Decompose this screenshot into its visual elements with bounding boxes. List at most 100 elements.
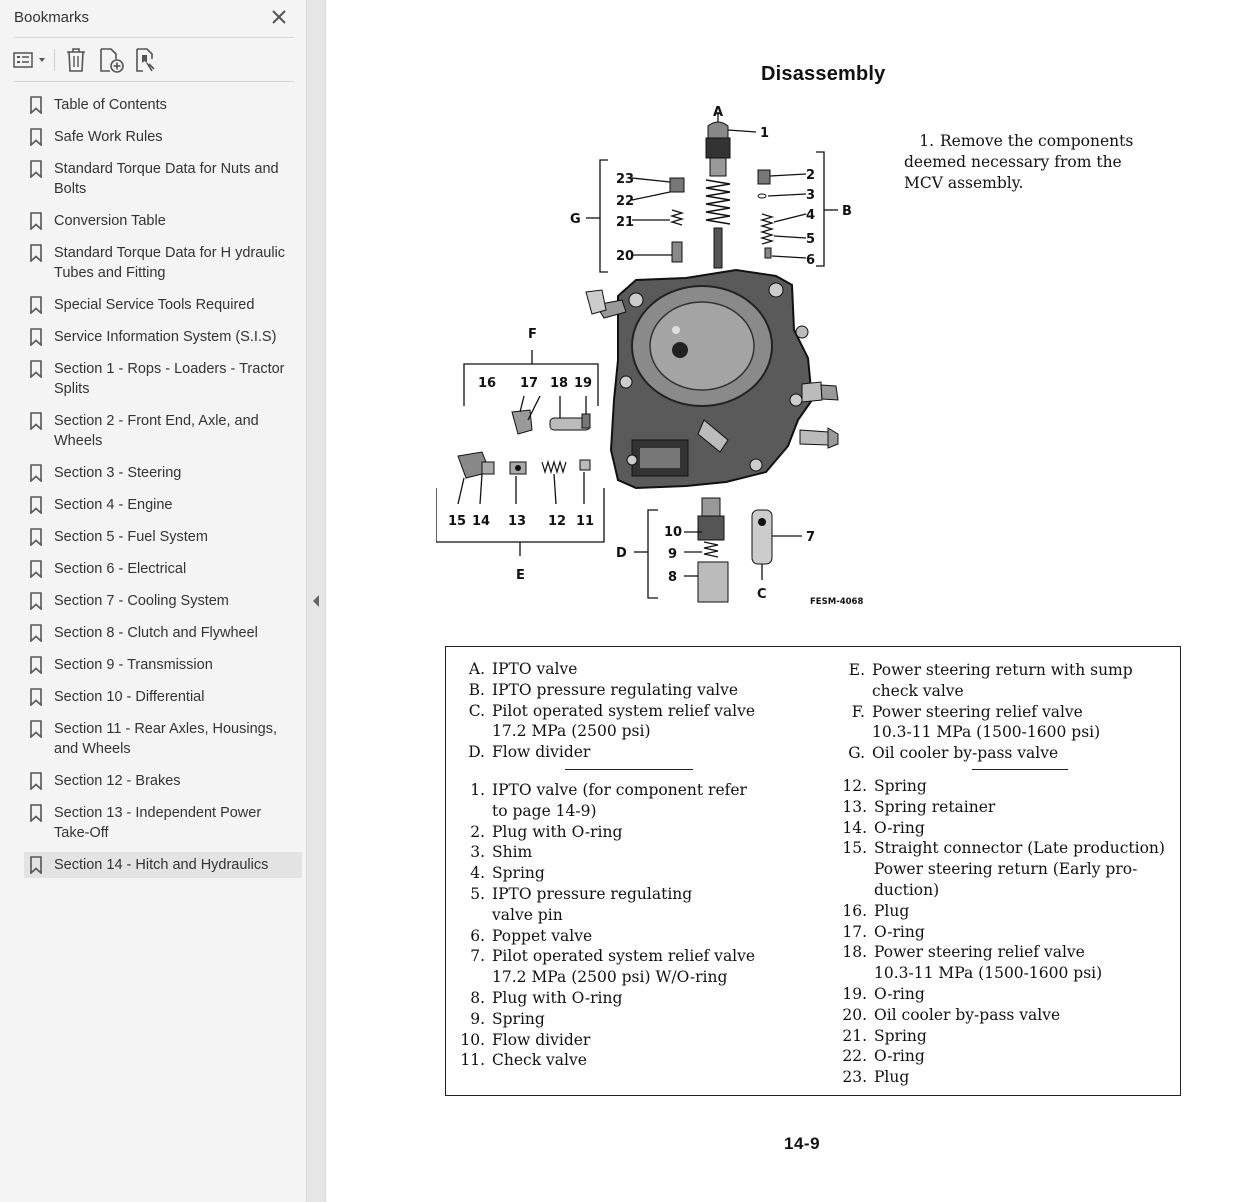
legend-key: 14. [842,818,867,837]
svg-text:14: 14 [472,514,490,529]
page-number: 14-9 [784,1134,821,1153]
group-f-parts [511,409,591,435]
legend-entry: 12. Spring [842,776,1165,797]
legend-text: Spring [874,1026,927,1045]
svg-text:1: 1 [760,126,769,141]
legend-table: A. IPTO valve B. IPTO pressure regulating v… [445,646,1181,1096]
label-f: F [528,327,537,342]
bookmark-label: Standard Torque Data for H ydraulic Tube… [54,245,286,281]
bookmark-label: Section 8 - Clutch and Flywheel [54,625,258,641]
legend-key: 5. [470,884,485,903]
bookmark-item[interactable]: Section 1 - Rops - Loaders - Tractor Spl… [24,356,302,402]
legend-entry: Power steering return (Early pro- [842,859,1165,880]
legend-text: IPTO valve (for component refer [492,781,747,799]
bookmark-icon [30,244,42,268]
bookmark-label: Section 7 - Cooling System [54,593,229,609]
bookmark-item[interactable]: Conversion Table [24,208,302,234]
bookmark-icon [30,496,42,520]
legend-text: O-ring [874,984,925,1003]
bookmark-icon [30,772,42,796]
legend-key: G. [848,744,865,763]
bookmark-icon [30,128,42,152]
bookmark-label: Section 11 - Rear Axles, Housings, and W… [54,721,277,757]
bookmark-item[interactable]: Section 11 - Rear Axles, Housings, and W… [24,716,302,762]
legend-key: 2. [470,822,485,841]
bookmark-item[interactable]: Standard Torque Data for H ydraulic Tube… [24,240,302,286]
find-bookmark-button[interactable] [132,46,160,74]
legend-text: Power steering return with sump [872,661,1133,679]
legend-entry: 5. IPTO pressure regulating [460,884,755,905]
svg-text:20: 20 [616,249,634,264]
bookmark-icon [30,160,42,184]
bookmark-item[interactable]: Standard Torque Data for Nuts and Bolts [24,156,302,202]
legend-text: Plug [874,901,910,920]
legend-text: Plug [874,1068,910,1087]
legend-entry: E. Power steering return with sump [844,660,1133,681]
legend-entry: 10.3-11 MPa (1500-1600 psi) [842,963,1165,984]
bookmark-icon [30,528,42,552]
delete-bookmark-button[interactable] [62,46,90,74]
panel-splitter[interactable] [307,0,326,1202]
collapse-arrow-icon[interactable] [313,595,319,607]
legend-entry: F. Power steering relief valve [844,702,1133,723]
legend-key: 21. [842,1026,867,1045]
legend-divider [972,769,1068,770]
legend-entry: 17.2 MPa (2500 psi) [464,721,755,742]
bookmark-item[interactable]: Section 10 - Differential [24,684,302,710]
legend-text: IPTO pressure regulating [492,884,693,903]
svg-text:17: 17 [520,376,538,391]
svg-text:7: 7 [806,530,815,545]
legend-entry: 3. Shim [460,842,755,863]
legend-text: Spring retainer [874,797,996,816]
bookmark-label: Section 6 - Electrical [54,561,187,577]
legend-entry: 9. Spring [460,1009,755,1030]
bookmarks-panel: Bookmarks Table of Contents Safe Work Ru… [0,0,307,1202]
bookmark-label: Section 9 - Transmission [54,657,213,673]
bookmark-item[interactable]: Section 13 - Independent Power Take-Off [24,800,302,846]
bookmark-label: Section 5 - Fuel System [54,529,208,545]
legend-text: Poppet valve [492,926,593,945]
bookmark-item[interactable]: Section 12 - Brakes [24,768,302,794]
step-number: 1. [919,132,934,150]
legend-key: B. [468,680,485,699]
legend-text: Flow divider [492,743,591,762]
figure-code: FESM-4068 [810,597,863,607]
bookmark-icon [30,804,42,828]
list-options-icon [13,52,45,68]
legend-entry: to page 14-9) [460,801,755,822]
bookmark-list: Table of Contents Safe Work Rules Standard… [24,92,302,884]
new-bookmark-button[interactable] [96,46,126,74]
legend-text: Spring [492,864,545,883]
legend-text: Power steering relief valve [872,702,1083,721]
legend-key: 12. [842,777,867,795]
bookmark-item[interactable]: Section 5 - Fuel System [24,524,302,550]
bookmark-item[interactable]: Table of Contents [24,92,302,118]
legend-key: 18. [842,943,867,962]
bookmark-label: Section 12 - Brakes [54,773,181,789]
options-menu-button[interactable] [12,46,48,74]
bookmark-item[interactable]: Section 4 - Engine [24,492,302,518]
mcv-valve-body [585,268,839,490]
bookmark-item[interactable]: Section 8 - Clutch and Flywheel [24,620,302,646]
bookmark-item[interactable]: Service Information System (S.I.S) [24,324,302,350]
svg-text:10: 10 [664,525,682,540]
label-b: B [842,204,852,219]
bookmark-item[interactable]: Section 3 - Steering [24,460,302,486]
legend-entry: 22. O-ring [842,1046,1165,1067]
legend-key: E. [848,661,865,679]
legend-entry: D. Flow divider [464,742,755,763]
bookmark-item[interactable]: Section 7 - Cooling System [24,588,302,614]
legend-entry: 10.3-11 MPa (1500-1600 psi) [844,722,1133,743]
bookmark-item[interactable]: Section 9 - Transmission [24,652,302,678]
bookmark-item[interactable]: Special Service Tools Required [24,292,302,318]
bookmark-item[interactable]: Section 6 - Electrical [24,556,302,582]
bookmark-search-icon [136,48,155,72]
bookmark-icon [30,328,42,352]
svg-text:21: 21 [616,215,634,230]
close-icon[interactable] [268,6,290,28]
bookmark-item[interactable]: Safe Work Rules [24,124,302,150]
legend-key: 23. [842,1068,867,1087]
bookmark-item[interactable]: Section 2 - Front End, Axle, and Wheels [24,408,302,454]
bookmark-item[interactable]: Section 14 - Hitch and Hydraulics [24,852,302,878]
bookmark-icon [30,656,42,680]
